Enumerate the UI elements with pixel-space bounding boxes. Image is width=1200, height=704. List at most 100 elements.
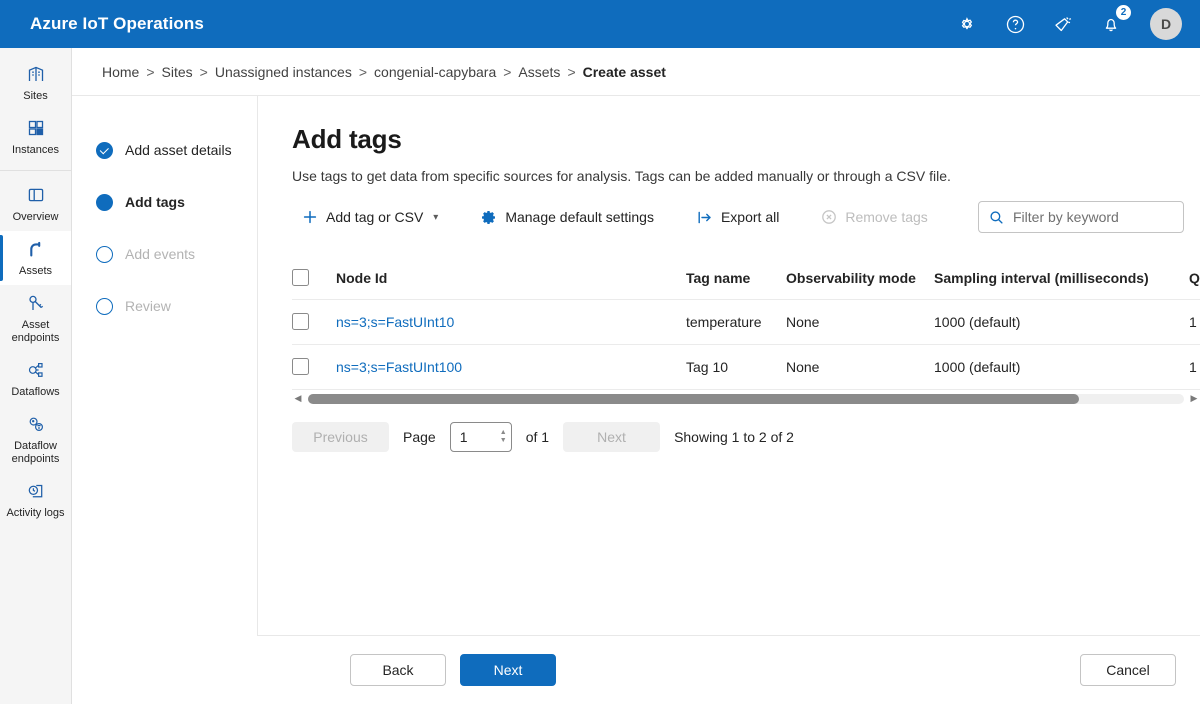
page-number-input[interactable] bbox=[460, 429, 488, 445]
sidebar-item-label: Sites bbox=[23, 90, 47, 103]
row-checkbox[interactable] bbox=[292, 313, 309, 330]
sidebar-item-dataflows[interactable]: Dataflows bbox=[0, 352, 71, 406]
breadcrumb-separator: > bbox=[146, 64, 154, 80]
wizard-step-review[interactable]: Review bbox=[96, 280, 257, 332]
asset-endpoints-icon bbox=[26, 292, 46, 314]
table-row[interactable]: ns=3;s=FastUInt100 Tag 10 None 1000 (def… bbox=[292, 344, 1200, 389]
cell-node-id: ns=3;s=FastUInt10 bbox=[336, 299, 686, 344]
manage-default-settings-label: Manage default settings bbox=[505, 209, 654, 225]
scrollbar-thumb[interactable] bbox=[308, 394, 1079, 404]
breadcrumb-separator: > bbox=[359, 64, 367, 80]
page-title: Add tags bbox=[292, 124, 1200, 155]
wizard-step-add-tags[interactable]: Add tags bbox=[96, 176, 257, 228]
sidebar-item-assets[interactable]: Assets bbox=[0, 231, 71, 285]
overview-icon bbox=[26, 184, 46, 206]
breadcrumb: Home > Sites > Unassigned instances > co… bbox=[72, 48, 1200, 96]
row-select-cell bbox=[292, 299, 336, 344]
content-panel: Add tags Use tags to get data from speci… bbox=[258, 96, 1200, 636]
page-stepper[interactable]: ▲ ▼ bbox=[500, 430, 507, 444]
cell-queue-size: 1 ( bbox=[1189, 344, 1200, 389]
settings-icon[interactable] bbox=[954, 11, 980, 37]
total-pages-label: of 1 bbox=[526, 429, 549, 445]
feedback-icon[interactable] bbox=[1050, 11, 1076, 37]
wizard-step-add-asset-details[interactable]: Add asset details bbox=[96, 124, 257, 176]
notifications-icon[interactable]: 2 bbox=[1098, 11, 1124, 37]
node-id-link[interactable]: ns=3;s=FastUInt10 bbox=[336, 314, 454, 330]
select-all-header bbox=[292, 257, 336, 299]
cell-node-id: ns=3;s=FastUInt100 bbox=[336, 344, 686, 389]
scrollbar-track[interactable] bbox=[308, 394, 1184, 404]
wizard-footer: Back Next Cancel bbox=[72, 636, 1200, 704]
breadcrumb-separator: > bbox=[200, 64, 208, 80]
scroll-right-arrow-icon[interactable]: ▶ bbox=[1188, 394, 1200, 403]
breadcrumb-item-assets[interactable]: Assets bbox=[518, 64, 560, 80]
sites-icon bbox=[26, 63, 46, 85]
table-row[interactable]: ns=3;s=FastUInt10 temperature None 1000 … bbox=[292, 299, 1200, 344]
table-head: Node Id Tag name Observability mode Samp… bbox=[292, 257, 1200, 299]
breadcrumb-item-unassigned-instances[interactable]: Unassigned instances bbox=[215, 64, 352, 80]
wizard-step-label: Add events bbox=[125, 246, 195, 262]
manage-default-settings-button[interactable]: Manage default settings bbox=[470, 201, 664, 233]
sidebar-item-dataflow-endpoints[interactable]: Dataflow endpoints bbox=[0, 406, 71, 473]
back-button[interactable]: Back bbox=[350, 654, 446, 686]
horizontal-scrollbar[interactable]: ◀ ▶ bbox=[292, 392, 1200, 406]
column-header-sampling-interval[interactable]: Sampling interval (milliseconds) bbox=[934, 257, 1189, 299]
app-root: Azure IoT Operations bbox=[0, 0, 1200, 704]
next-button[interactable]: Next bbox=[460, 654, 556, 686]
export-all-button[interactable]: Export all bbox=[686, 201, 789, 233]
row-select-cell bbox=[292, 344, 336, 389]
cell-sampling-interval: 1000 (default) bbox=[934, 299, 1189, 344]
sidebar-item-sites[interactable]: Sites bbox=[0, 56, 71, 110]
sidebar-item-activity-logs[interactable]: Activity logs bbox=[0, 473, 71, 527]
breadcrumb-item-instance[interactable]: congenial-capybara bbox=[374, 64, 496, 80]
select-all-checkbox[interactable] bbox=[292, 269, 309, 286]
row-checkbox[interactable] bbox=[292, 358, 309, 375]
sidebar-item-instances[interactable]: Instances bbox=[0, 110, 71, 164]
chevron-down-icon: ▾ bbox=[433, 212, 438, 223]
wizard-steps: Add asset details Add tags Add events Re… bbox=[72, 96, 258, 636]
table-header-row: Node Id Tag name Observability mode Samp… bbox=[292, 257, 1200, 299]
add-tag-or-csv-label: Add tag or CSV bbox=[326, 209, 423, 225]
column-header-tag-name[interactable]: Tag name bbox=[686, 257, 786, 299]
cancel-button[interactable]: Cancel bbox=[1080, 654, 1176, 686]
tags-table: Node Id Tag name Observability mode Samp… bbox=[292, 257, 1200, 390]
stepper-down-icon[interactable]: ▼ bbox=[500, 438, 507, 444]
export-all-label: Export all bbox=[721, 209, 779, 225]
add-tag-or-csv-button[interactable]: Add tag or CSV ▾ bbox=[292, 201, 448, 233]
help-icon[interactable] bbox=[1002, 11, 1028, 37]
main-column: Home > Sites > Unassigned instances > co… bbox=[72, 48, 1200, 704]
search-input[interactable] bbox=[1013, 209, 1173, 225]
wizard-step-add-events[interactable]: Add events bbox=[96, 228, 257, 280]
dataflow-endpoints-icon bbox=[26, 413, 46, 435]
page-description: Use tags to get data from specific sourc… bbox=[292, 168, 1200, 184]
sidebar-item-label: Overview bbox=[13, 211, 59, 224]
top-bar: Azure IoT Operations bbox=[0, 0, 1200, 48]
sidebar-item-label: Dataflows bbox=[11, 386, 59, 399]
breadcrumb-item-home[interactable]: Home bbox=[102, 64, 139, 80]
plus-icon bbox=[302, 209, 318, 225]
avatar[interactable]: D bbox=[1150, 8, 1182, 40]
cell-observability-mode: None bbox=[786, 299, 934, 344]
column-header-node-id[interactable]: Node Id bbox=[336, 257, 686, 299]
sidebar-item-asset-endpoints[interactable]: Asset endpoints bbox=[0, 285, 71, 352]
filter-search-box[interactable] bbox=[978, 201, 1184, 233]
stepper-up-icon[interactable]: ▲ bbox=[500, 430, 507, 436]
column-header-observability-mode[interactable]: Observability mode bbox=[786, 257, 934, 299]
wizard-area: Add asset details Add tags Add events Re… bbox=[72, 96, 1200, 636]
breadcrumb-item-sites[interactable]: Sites bbox=[162, 64, 193, 80]
page-label: Page bbox=[403, 429, 436, 445]
sidebar-item-label: Instances bbox=[12, 144, 59, 157]
node-id-link[interactable]: ns=3;s=FastUInt100 bbox=[336, 359, 462, 375]
page-number-field[interactable]: ▲ ▼ bbox=[450, 422, 512, 452]
wizard-step-label: Add asset details bbox=[125, 142, 232, 158]
remove-tags-button: Remove tags bbox=[811, 201, 937, 233]
breadcrumb-separator: > bbox=[567, 64, 575, 80]
cell-tag-name: Tag 10 bbox=[686, 344, 786, 389]
scroll-left-arrow-icon[interactable]: ◀ bbox=[292, 394, 304, 403]
sidebar-item-overview[interactable]: Overview bbox=[0, 177, 71, 231]
sidebar-item-label: Asset endpoints bbox=[2, 319, 69, 345]
breadcrumb-separator: > bbox=[503, 64, 511, 80]
tags-table-wrapper: Node Id Tag name Observability mode Samp… bbox=[292, 257, 1200, 406]
column-header-queue-size[interactable]: Qu bbox=[1189, 257, 1200, 299]
instances-icon bbox=[26, 117, 46, 139]
